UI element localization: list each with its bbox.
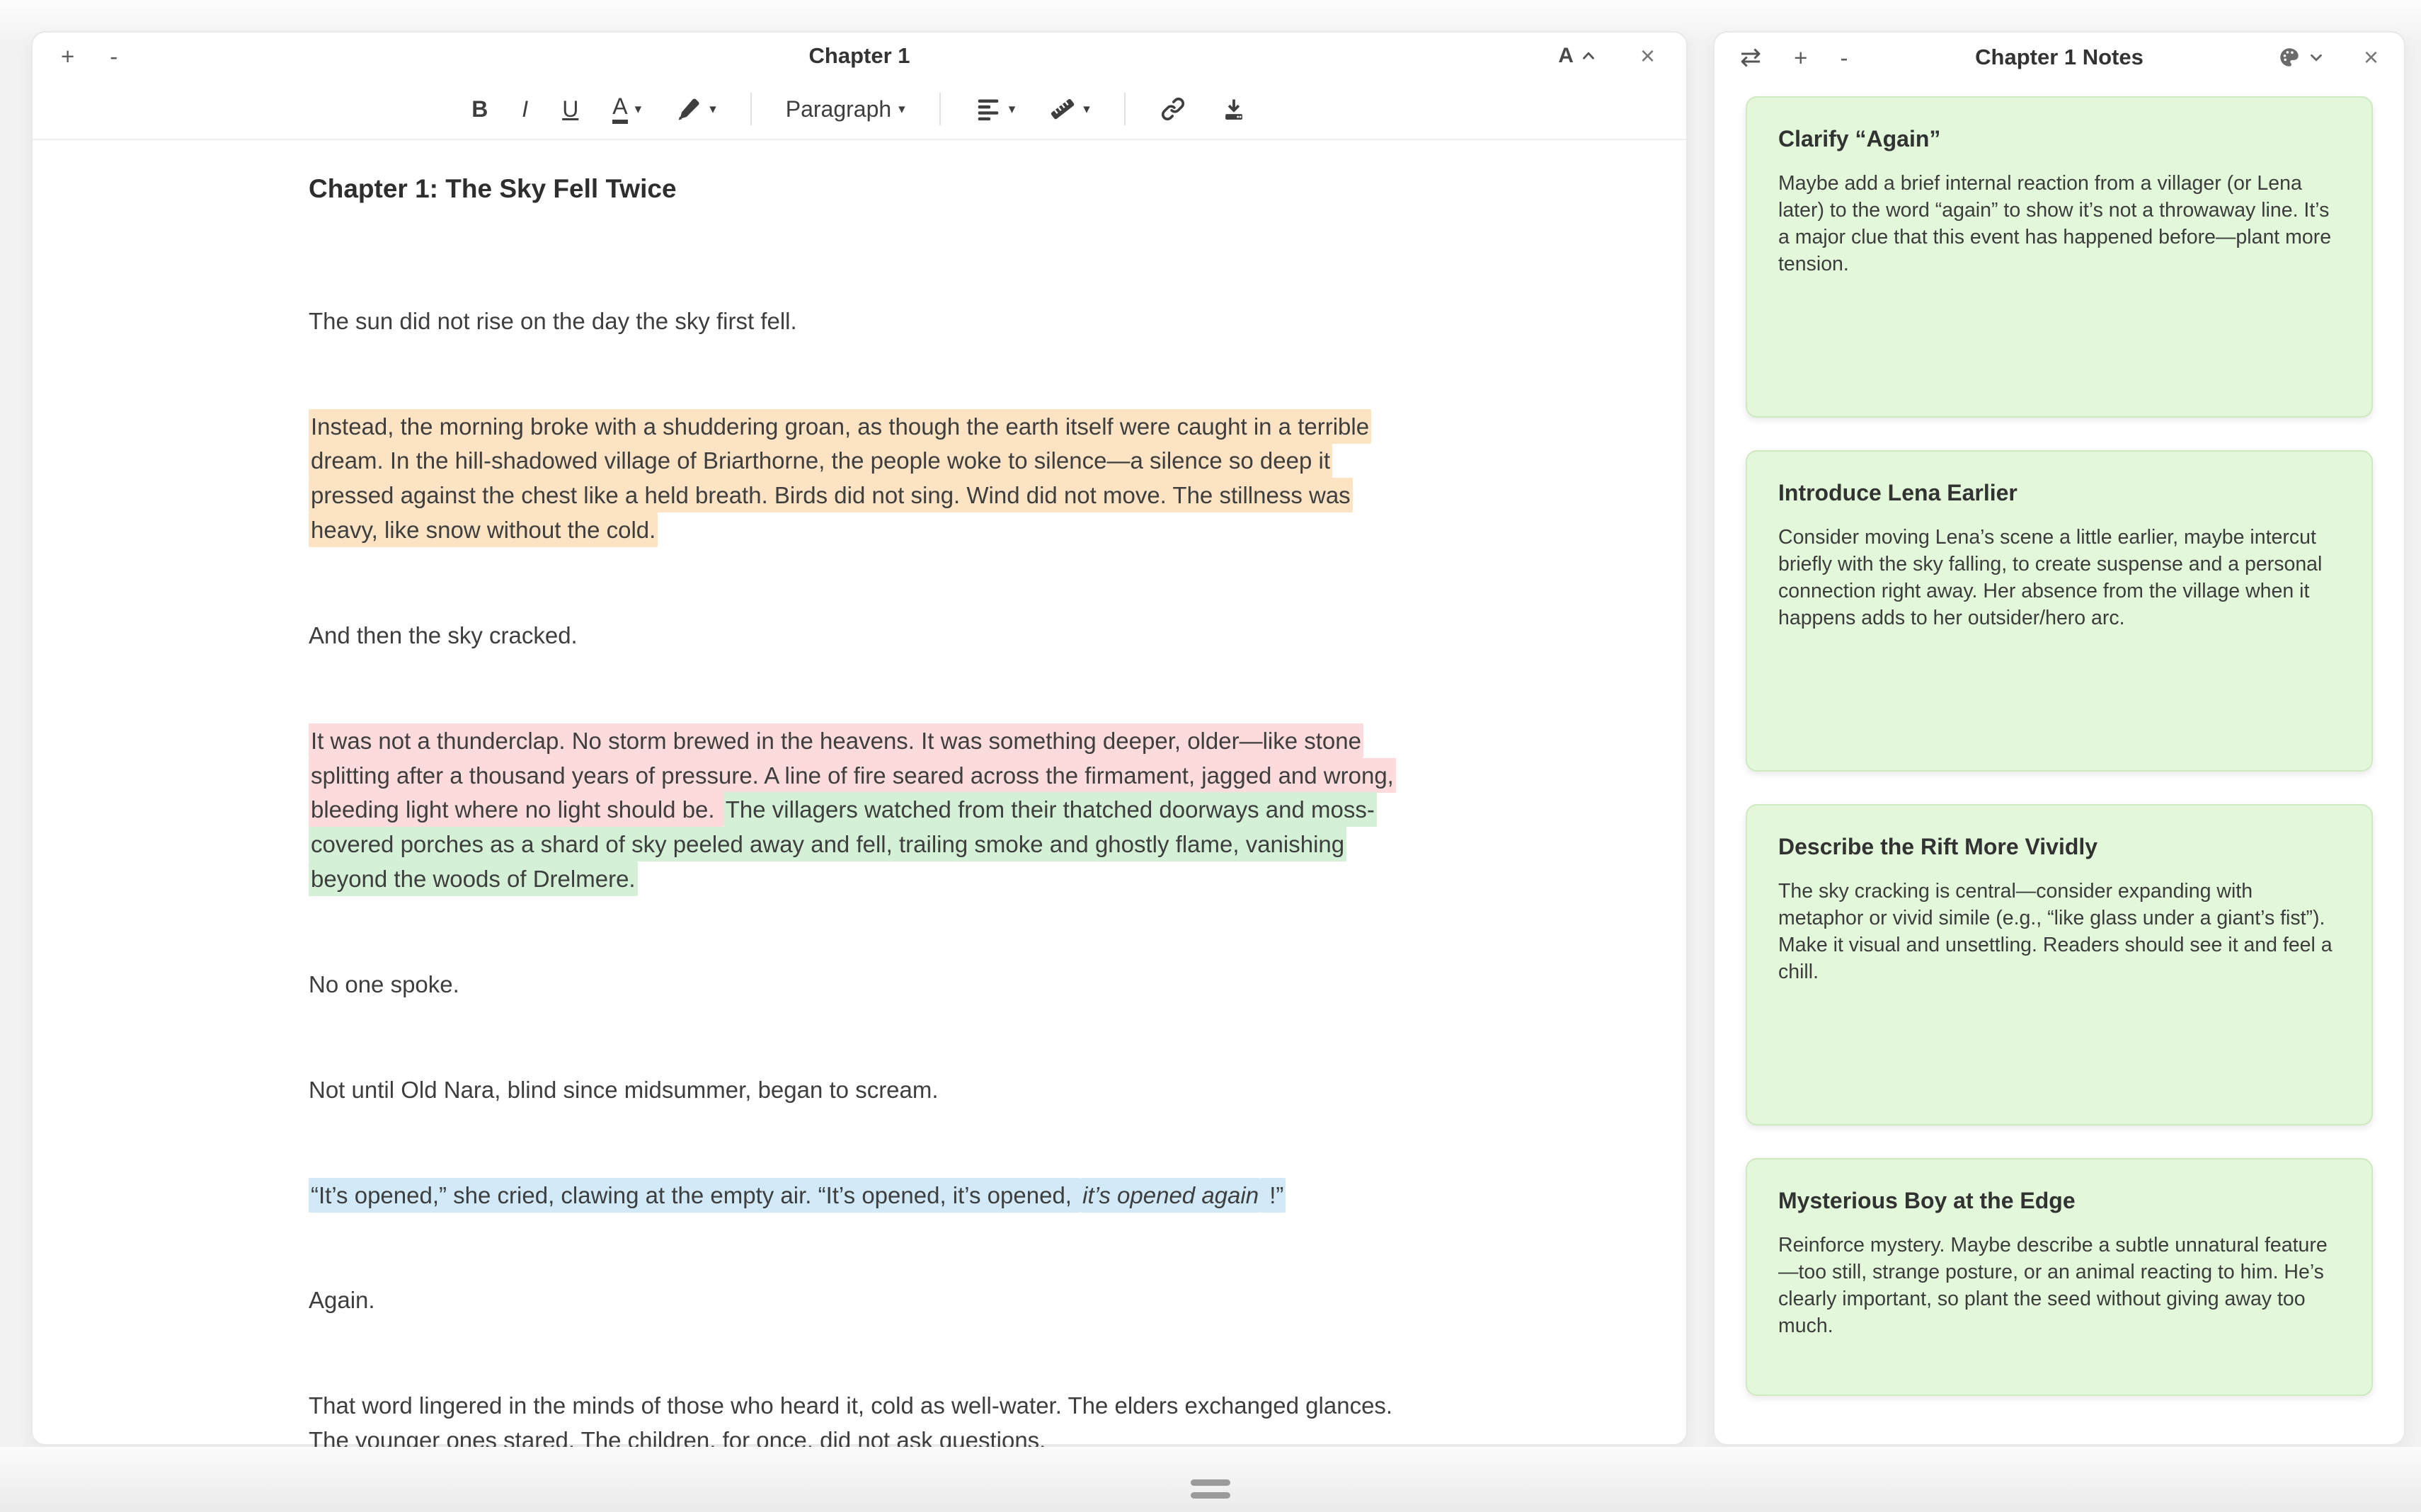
text-run: No one spoke. [309, 971, 459, 997]
italic-button[interactable]: I [522, 98, 528, 120]
app-window: + - Chapter 1 A × B I [0, 0, 2421, 1512]
link-icon [1160, 96, 1186, 122]
text-color-letter: A [612, 95, 627, 124]
text-run: The sun did not rise on the day the sky … [309, 308, 797, 334]
palette-icon [2277, 45, 2301, 69]
line-spacing-dropdown[interactable]: ▾ [1049, 96, 1090, 122]
note-card[interactable]: Clarify “Again” Maybe add a brief intern… [1746, 96, 2373, 418]
editor-header: + - Chapter 1 A × B I [33, 33, 1686, 140]
insert-link-button[interactable] [1160, 96, 1186, 122]
chevron-down-icon: ▾ [709, 103, 716, 116]
editor-title: Chapter 1 [33, 43, 1686, 69]
document-editor[interactable]: Chapter 1: The Sky Fell Twice The sun di… [33, 140, 1686, 1501]
document-heading: Chapter 1: The Sky Fell Twice [309, 170, 1410, 209]
resize-drag-handle[interactable] [1191, 1479, 1230, 1499]
chevron-down-icon [2307, 48, 2325, 67]
swap-arrows-icon: ⇄ [1740, 45, 1761, 70]
paragraph-style-label: Paragraph [786, 98, 891, 120]
text-run: Not until Old Nara, blind since midsumme… [309, 1077, 939, 1103]
swap-panels-button[interactable]: ⇄ [1740, 45, 1761, 70]
text-run: And then the sky cracked. [309, 622, 578, 648]
zoom-in-button[interactable]: + [61, 45, 74, 68]
document-paragraph: “It’s opened,” she cried, clawing at the… [309, 1179, 1410, 1213]
toolbar-divider [750, 93, 752, 125]
note-body: Consider moving Lena’s scene a little ea… [1778, 525, 2340, 632]
chevron-down-icon: ▾ [898, 103, 905, 116]
notes-zoom-in-button[interactable]: + [1794, 46, 1807, 69]
highlighted-text-run-blue: “It’s opened,” she cried, clawing at the… [309, 1178, 1080, 1213]
download-icon [1220, 96, 1247, 122]
note-title: Mysterious Boy at the Edge [1778, 1188, 2340, 1214]
editor-title-row: + - Chapter 1 A × [33, 33, 1686, 79]
note-body: The sky cracking is central—consider exp… [1778, 878, 2340, 986]
note-body: Reinforce mystery. Maybe describe a subt… [1778, 1232, 2340, 1340]
toolbar-divider [1124, 93, 1126, 125]
highlighted-text-run-orange: Instead, the morning broke with a shudde… [309, 409, 1371, 547]
document-paragraph: It was not a thunderclap. No storm brewe… [309, 724, 1410, 897]
document-paragraph: No one spoke. [309, 968, 1410, 1002]
notes-panel: ⇄ + - Chapter 1 Notes [1713, 31, 2405, 1445]
toolbar-divider [939, 93, 941, 125]
font-size-button[interactable]: A [1558, 45, 1598, 67]
underline-letter: U [562, 98, 578, 120]
highlighter-icon [675, 96, 702, 122]
note-color-dropdown[interactable] [2277, 45, 2325, 69]
note-card[interactable]: Introduce Lena Earlier Consider moving L… [1746, 450, 2373, 772]
text-color-button[interactable]: A ▾ [612, 95, 641, 124]
note-title: Describe the Rift More Vividly [1778, 834, 2340, 860]
chevron-down-icon: ▾ [635, 103, 642, 116]
text-run: Again. [309, 1287, 375, 1313]
drag-handle-bar [1191, 1479, 1230, 1486]
notes-list: Clarify “Again” Maybe add a brief intern… [1715, 82, 2404, 1427]
document-paragraph: The sun did not rise on the day the sky … [309, 304, 1410, 339]
zoom-out-button[interactable]: - [110, 45, 118, 68]
document-paragraph: Again. [309, 1283, 1410, 1318]
chevron-up-icon [1579, 47, 1598, 65]
ruler-icon [1049, 96, 1076, 122]
notes-zoom-out-button[interactable]: - [1840, 46, 1848, 69]
note-title: Introduce Lena Earlier [1778, 480, 2340, 506]
formatting-toolbar: B I U A ▾ ▾ Paragrap [33, 79, 1686, 139]
document-paragraph: Instead, the morning broke with a shudde… [309, 410, 1410, 548]
document-paragraph: Not until Old Nara, blind since midsumme… [309, 1073, 1410, 1108]
text-align-dropdown[interactable]: ▾ [975, 96, 1016, 122]
font-size-letter: A [1558, 45, 1574, 67]
close-notes-button[interactable]: × [2364, 45, 2379, 70]
note-title: Clarify “Again” [1778, 126, 2340, 152]
chevron-down-icon: ▾ [1083, 103, 1090, 116]
underline-button[interactable]: U [562, 98, 578, 120]
bold-button[interactable]: B [471, 98, 488, 120]
paragraph-style-dropdown[interactable]: Paragraph ▾ [786, 98, 905, 120]
note-card[interactable]: Describe the Rift More Vividly The sky c… [1746, 804, 2373, 1126]
align-left-icon [975, 96, 1002, 122]
note-body: Maybe add a brief internal reaction from… [1778, 171, 2340, 278]
drag-handle-bar [1191, 1492, 1230, 1499]
note-card[interactable]: Mysterious Boy at the Edge Reinforce mys… [1746, 1158, 2373, 1396]
notes-header: ⇄ + - Chapter 1 Notes [1715, 33, 2404, 82]
chevron-down-icon: ▾ [1009, 103, 1016, 116]
highlight-button[interactable]: ▾ [675, 96, 716, 122]
highlighted-text-run-blue: !” [1261, 1178, 1286, 1213]
document-paragraph: And then the sky cracked. [309, 619, 1410, 653]
editor-panel: + - Chapter 1 A × B I [31, 31, 1688, 1445]
text-run: That word lingered in the minds of those… [309, 1392, 1392, 1453]
close-editor-button[interactable]: × [1640, 43, 1655, 69]
download-button[interactable] [1220, 96, 1247, 122]
highlighted-italic-text-run-blue: it’s opened again [1080, 1178, 1261, 1213]
